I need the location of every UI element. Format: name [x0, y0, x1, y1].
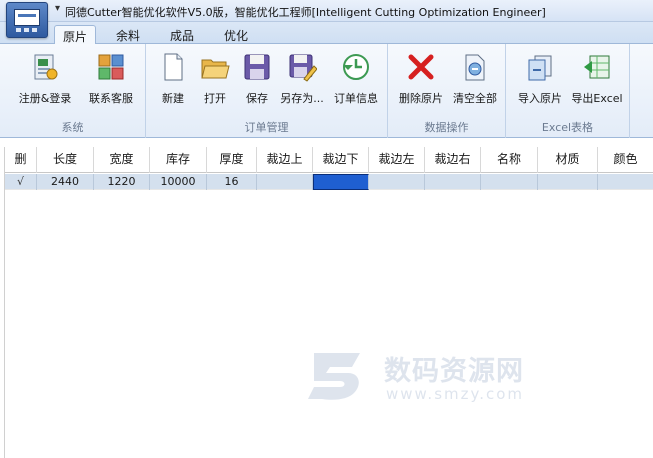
col-header-material[interactable]: 材质 [538, 147, 598, 173]
col-header-trim-right[interactable]: 裁边右 [425, 147, 481, 173]
col-header-delete[interactable]: 删 [5, 147, 37, 173]
clear-all-icon [465, 54, 485, 81]
col-header-trim-bottom[interactable]: 裁边下 [313, 147, 369, 173]
watermark-url: www.smzy.com [386, 385, 525, 403]
col-header-trim-left[interactable]: 裁边左 [369, 147, 425, 173]
raw-sheet-grid[interactable]: 删 长度 宽度 库存 厚度 裁边上 裁边下 裁边左 裁边右 名称 材质 颜色 √… [0, 139, 653, 458]
tab-offcut[interactable]: 余料 [108, 25, 148, 44]
group-label-order-management: 订单管理 [244, 121, 289, 134]
cell-name[interactable] [481, 174, 538, 190]
register-login-label: 注册&登录 [18, 92, 72, 105]
cell-length[interactable]: 2440 [37, 174, 94, 190]
group-label-system: 系统 [61, 121, 84, 134]
register-login-icon [34, 54, 58, 80]
export-excel-label: 导出Excel [571, 92, 623, 105]
tab-optimize[interactable]: 优化 [216, 25, 256, 44]
title-bar: ▾ 同德Cutter智能优化软件V5.0版，智能优化工程师[Intelligen… [0, 0, 653, 22]
register-login-button[interactable]: 注册&登录 [16, 52, 74, 110]
order-info-label: 订单信息 [334, 92, 378, 105]
import-icon [528, 55, 552, 81]
clear-all-label: 清空全部 [453, 92, 497, 105]
cell-trim-bottom[interactable] [313, 174, 369, 190]
save-as-button[interactable]: 另存为... [280, 52, 324, 110]
order-info-icon [343, 54, 369, 80]
delete-raw-sheet-label: 删除原片 [399, 92, 443, 105]
save-as-label: 另存为... [280, 92, 324, 105]
cell-color[interactable] [598, 174, 653, 190]
watermark-text: 数码资源网 [384, 356, 524, 387]
new-button[interactable]: 新建 [154, 52, 192, 110]
delete-raw-sheet-button[interactable]: 删除原片 [396, 52, 446, 110]
col-header-stock[interactable]: 库存 [150, 147, 207, 173]
import-raw-sheet-button[interactable]: 导入原片 [514, 52, 566, 110]
app-logo-icon [14, 9, 40, 26]
new-document-icon [164, 53, 183, 81]
open-button[interactable]: 打开 [196, 52, 234, 110]
group-excel: 导入原片 导出Excel Excel表格 [506, 44, 630, 138]
tab-finished[interactable]: 成品 [162, 25, 202, 44]
cell-trim-top[interactable] [257, 174, 313, 190]
cell-material[interactable] [538, 174, 598, 190]
cell-trim-left[interactable] [369, 174, 425, 190]
ribbon-tabs: 原片 余料 成品 优化 [0, 22, 653, 45]
group-label-excel: Excel表格 [541, 121, 594, 134]
export-excel-icon [584, 55, 610, 79]
cell-trim-right[interactable] [425, 174, 481, 190]
import-raw-sheet-label: 导入原片 [518, 92, 562, 105]
delete-x-icon [408, 54, 434, 80]
contact-support-icon [98, 54, 124, 80]
col-header-trim-top[interactable]: 裁边上 [257, 147, 313, 173]
contact-support-label: 联系客服 [89, 92, 133, 105]
contact-support-button[interactable]: 联系客服 [82, 52, 140, 110]
col-header-name[interactable]: 名称 [481, 147, 538, 173]
group-order-management: 新建 打开 保存 另存为... 订单信息 订单管理 [146, 44, 388, 138]
group-label-data-operation: 数据操作 [424, 121, 469, 134]
app-menu-button[interactable] [6, 2, 48, 38]
col-header-length[interactable]: 长度 [37, 147, 94, 173]
cell-thickness[interactable]: 16 [207, 174, 257, 190]
col-header-thickness[interactable]: 厚度 [207, 147, 257, 173]
export-excel-button[interactable]: 导出Excel [570, 52, 624, 110]
watermark: 数码资源网 www.smzy.com [300, 345, 560, 410]
tab-raw-sheet[interactable]: 原片 [54, 25, 96, 45]
clear-all-button[interactable]: 清空全部 [450, 52, 500, 110]
open-folder-icon [201, 59, 230, 79]
col-header-width[interactable]: 宽度 [94, 147, 150, 173]
save-button[interactable]: 保存 [238, 52, 276, 110]
save-as-icon [289, 54, 317, 82]
group-data-operation: 删除原片 清空全部 数据操作 [388, 44, 506, 138]
window-title: 同德Cutter智能优化软件V5.0版，智能优化工程师[Intelligent … [65, 6, 546, 19]
group-system: 注册&登录 联系客服 系统 [0, 44, 146, 138]
table-row[interactable]: √ 2440 1220 10000 16 [5, 174, 653, 190]
ribbon: 注册&登录 联系客服 系统 新建 打开 保存 另存为... 订单信息 订单管理 … [0, 44, 653, 138]
save-disk-icon [244, 54, 270, 80]
cell-delete-check[interactable]: √ [5, 174, 37, 190]
cell-width[interactable]: 1220 [94, 174, 150, 190]
cell-stock[interactable]: 10000 [150, 174, 207, 190]
quick-access-dropdown[interactable]: ▾ [55, 3, 60, 14]
watermark-logo-icon [308, 353, 360, 400]
grid-header: 删 长度 宽度 库存 厚度 裁边上 裁边下 裁边左 裁边右 名称 材质 颜色 [5, 147, 653, 173]
col-header-color[interactable]: 颜色 [598, 147, 653, 173]
order-info-button[interactable]: 订单信息 [332, 52, 380, 110]
